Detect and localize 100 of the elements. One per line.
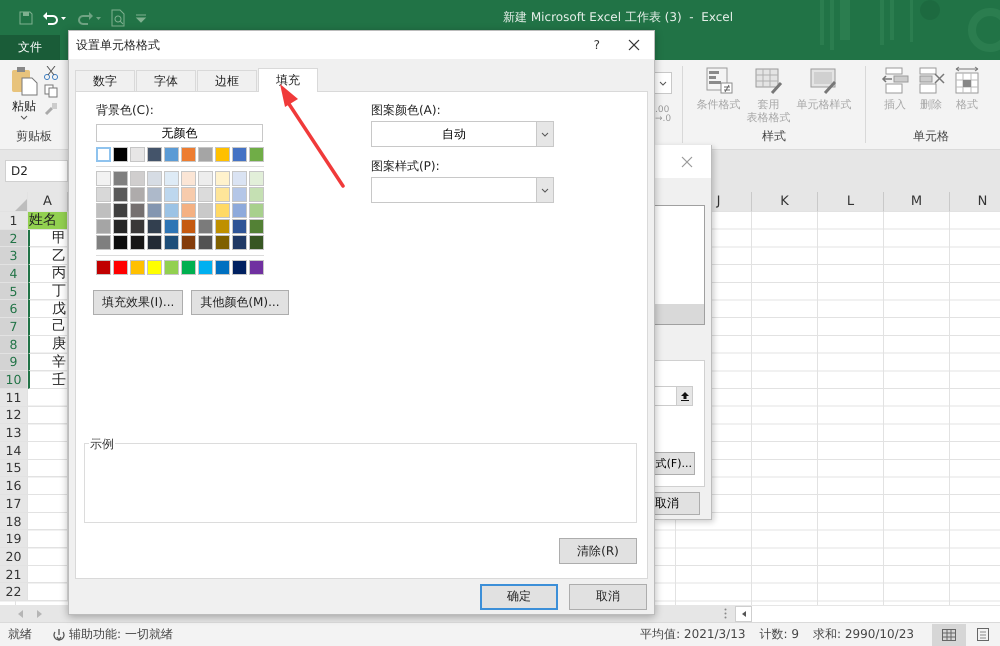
color-swatch[interactable] [147, 260, 162, 275]
row-number[interactable]: 15 [0, 460, 28, 478]
color-swatch[interactable] [249, 260, 264, 275]
color-swatch[interactable] [249, 203, 264, 218]
color-swatch[interactable] [96, 260, 111, 275]
row-number[interactable]: 10 [0, 371, 28, 389]
color-swatch[interactable] [181, 203, 196, 218]
column-header[interactable]: M [884, 192, 950, 212]
color-swatch[interactable] [113, 203, 128, 218]
row-number[interactable]: 1 [0, 212, 28, 230]
format-painter-icon[interactable] [44, 102, 58, 116]
column-header[interactable]: N [950, 192, 1000, 212]
color-swatch[interactable] [198, 187, 213, 202]
row-number[interactable]: 4 [0, 265, 28, 283]
column-header[interactable]: L [818, 192, 884, 212]
color-swatch[interactable] [96, 219, 111, 234]
no-color-button[interactable]: 无颜色 [96, 124, 263, 142]
tab[interactable]: 边框 [197, 70, 257, 91]
color-swatch[interactable] [215, 203, 230, 218]
accessibility-icon[interactable] [52, 628, 66, 642]
color-swatch[interactable] [164, 203, 179, 218]
color-swatch[interactable] [249, 219, 264, 234]
color-swatch[interactable] [181, 171, 196, 186]
color-swatch[interactable] [164, 219, 179, 234]
row-number[interactable]: 12 [0, 406, 28, 424]
color-swatch[interactable] [249, 171, 264, 186]
range-input[interactable] [655, 386, 693, 406]
color-swatch[interactable] [181, 235, 196, 250]
color-swatch[interactable] [96, 147, 111, 162]
color-swatch[interactable] [164, 187, 179, 202]
name-box[interactable]: D2 [5, 160, 68, 182]
color-swatch[interactable] [147, 187, 162, 202]
clear-button[interactable]: 清除(R) [559, 538, 637, 564]
color-swatch[interactable] [130, 260, 145, 275]
color-swatch[interactable] [164, 235, 179, 250]
color-swatch[interactable] [249, 235, 264, 250]
color-swatch[interactable] [181, 219, 196, 234]
scroll-right-icon[interactable] [36, 610, 42, 618]
color-swatch[interactable] [198, 235, 213, 250]
color-swatch[interactable] [147, 147, 162, 162]
paste-icon[interactable] [10, 66, 38, 96]
row-number[interactable]: 2 [0, 230, 28, 248]
row-number[interactable]: 22 [0, 583, 28, 602]
undo-icon[interactable] [42, 10, 68, 26]
normal-view-button[interactable] [932, 624, 966, 646]
select-all-corner[interactable] [0, 192, 28, 212]
pattern-style-dropdown[interactable] [371, 177, 554, 203]
color-swatch[interactable] [198, 219, 213, 234]
row-number[interactable]: 20 [0, 548, 28, 566]
color-swatch[interactable] [232, 219, 247, 234]
tab[interactable]: 字体 [136, 70, 196, 91]
color-swatch[interactable] [181, 147, 196, 162]
color-swatch[interactable] [130, 187, 145, 202]
color-swatch[interactable] [198, 203, 213, 218]
color-swatch[interactable] [147, 219, 162, 234]
color-swatch[interactable] [232, 171, 247, 186]
row-number[interactable]: 6 [0, 300, 28, 318]
color-swatch[interactable] [198, 147, 213, 162]
row-number[interactable]: 21 [0, 566, 28, 584]
dialog-button[interactable]: 其他颜色(M)... [191, 290, 289, 315]
redo-icon[interactable] [76, 10, 102, 26]
color-swatch[interactable] [130, 147, 145, 162]
row-number[interactable]: 17 [0, 495, 28, 513]
row-number[interactable]: 13 [0, 424, 28, 442]
accessibility-status[interactable]: 辅助功能: 一切就绪 [69, 626, 173, 643]
dialog-button[interactable]: 填充效果(I)... [93, 290, 184, 315]
color-swatch[interactable] [181, 187, 196, 202]
color-swatch[interactable] [130, 235, 145, 250]
splitter-handle-icon[interactable] [724, 608, 727, 619]
row-number[interactable]: 19 [0, 530, 28, 548]
color-swatch[interactable] [96, 235, 111, 250]
color-swatch[interactable] [164, 260, 179, 275]
color-swatch[interactable] [130, 171, 145, 186]
color-swatch[interactable] [96, 171, 111, 186]
color-swatch[interactable] [164, 171, 179, 186]
color-swatch[interactable] [215, 260, 230, 275]
row-number[interactable]: 9 [0, 354, 28, 372]
color-swatch[interactable] [96, 203, 111, 218]
copy-icon[interactable] [44, 84, 58, 98]
cancel-button[interactable]: 取消 [655, 492, 700, 515]
color-swatch[interactable] [215, 147, 230, 162]
pattern-color-dropdown[interactable]: 自动 [371, 121, 554, 147]
format-button[interactable]: 式(F)... [655, 452, 695, 475]
close-button[interactable] [628, 39, 640, 51]
column-header[interactable]: A [28, 192, 68, 212]
scroll-left-button[interactable] [735, 606, 752, 622]
color-swatch[interactable] [113, 260, 128, 275]
color-swatch[interactable] [147, 203, 162, 218]
color-swatch[interactable] [113, 147, 128, 162]
color-swatch[interactable] [198, 171, 213, 186]
save-icon[interactable] [18, 10, 34, 26]
row-number[interactable]: 5 [0, 282, 28, 300]
color-swatch[interactable] [232, 203, 247, 218]
color-swatch[interactable] [232, 260, 247, 275]
color-swatch[interactable] [130, 219, 145, 234]
color-swatch[interactable] [249, 147, 264, 162]
row-number[interactable]: 3 [0, 247, 28, 266]
row-number[interactable]: 16 [0, 477, 28, 495]
color-swatch[interactable] [232, 235, 247, 250]
color-swatch[interactable] [232, 187, 247, 202]
